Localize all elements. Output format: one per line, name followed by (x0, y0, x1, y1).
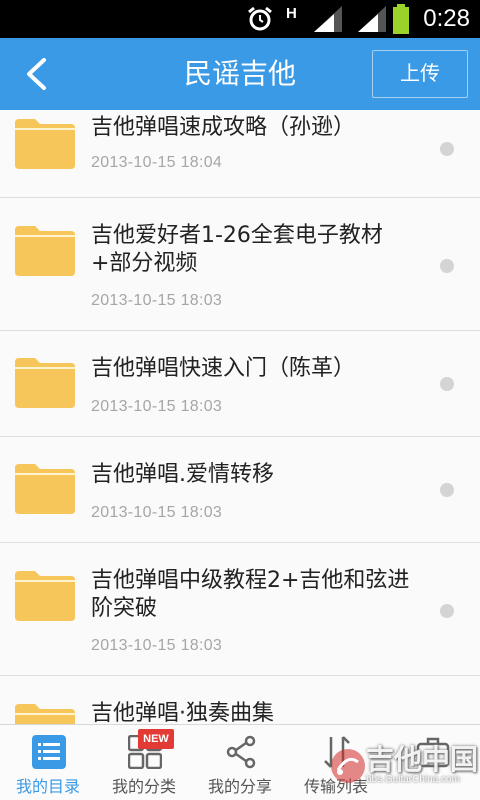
folder-icon (15, 119, 75, 169)
alarm-icon (246, 0, 274, 38)
status-dot (440, 377, 454, 391)
status-bar: H 0:28 (0, 0, 480, 38)
network-type-label: H (286, 4, 297, 22)
folder-list: 吉他弹唱速成攻略（孙逊） 2013-10-15 18:04 吉他爱好者1-26全… (0, 110, 480, 724)
clock-time: 0:28 (423, 5, 470, 32)
tab-my-share[interactable]: 我的分享 (192, 725, 288, 800)
folder-name: 吉他弹唱.爱情转移 (91, 462, 274, 487)
list-item[interactable]: 吉他弹唱中级教程2+吉他和弦进阶突破 2013-10-15 18:03 (0, 543, 480, 676)
share-icon (226, 735, 256, 769)
list-item[interactable]: 吉他弹唱速成攻略（孙逊） 2013-10-15 18:04 (0, 110, 480, 198)
folder-name: 吉他弹唱快速入门（陈革） (91, 356, 356, 381)
folder-icon (15, 704, 75, 724)
battery-icon (392, 0, 410, 38)
status-dot (440, 604, 454, 618)
list-item[interactable]: 吉他弹唱·独奏曲集 (0, 676, 480, 724)
folder-name: 吉他弹唱·独奏曲集 (91, 701, 274, 724)
folder-date: 2013-10-15 18:03 (91, 637, 223, 654)
title-bar: 民谣吉他 上传 (0, 38, 480, 110)
folder-icon (15, 226, 75, 276)
folder-icon (15, 358, 75, 408)
list-item[interactable]: 吉他弹唱快速入门（陈革） 2013-10-15 18:03 (0, 331, 480, 437)
back-button[interactable] (14, 52, 58, 96)
watermark-logo: 吉他中国 bbs.GuitarChina.com (326, 736, 479, 792)
new-badge: NEW (138, 729, 174, 749)
chevron-left-icon (27, 58, 46, 90)
tab-my-category[interactable]: NEW 我的分类 (96, 725, 192, 800)
tab-label: 我的分享 (207, 777, 272, 796)
list-item[interactable]: 吉他弹唱.爱情转移 2013-10-15 18:03 (0, 437, 480, 543)
watermark-text: 吉他中国 (366, 743, 479, 776)
status-dot (440, 483, 454, 497)
status-dot (440, 259, 454, 273)
folder-icon (15, 464, 75, 514)
folder-date: 2013-10-15 18:03 (91, 398, 223, 415)
folder-date: 2013-10-15 18:03 (91, 504, 223, 521)
list-icon (32, 735, 66, 769)
watermark-url: bbs.GuitarChina.com (366, 774, 460, 785)
folder-date: 2013-10-15 18:04 (91, 154, 223, 171)
folder-date: 2013-10-15 18:03 (91, 292, 223, 309)
upload-button[interactable]: 上传 (372, 50, 468, 98)
signal-icon (312, 0, 344, 38)
folder-icon (15, 571, 75, 621)
folder-name: 吉他爱好者1-26全套电子教材+部分视频 (91, 223, 383, 276)
folder-name: 吉他弹唱中级教程2+吉他和弦进阶突破 (91, 568, 410, 621)
tab-label: 我的目录 (15, 777, 80, 796)
tab-label: 我的分类 (111, 777, 176, 796)
status-dot (440, 142, 454, 156)
list-item[interactable]: 吉他爱好者1-26全套电子教材+部分视频 2013-10-15 18:03 (0, 198, 480, 331)
folder-name: 吉他弹唱速成攻略（孙逊） (91, 115, 356, 140)
signal-icon (356, 0, 388, 38)
tab-my-directory[interactable]: 我的目录 (0, 725, 96, 800)
